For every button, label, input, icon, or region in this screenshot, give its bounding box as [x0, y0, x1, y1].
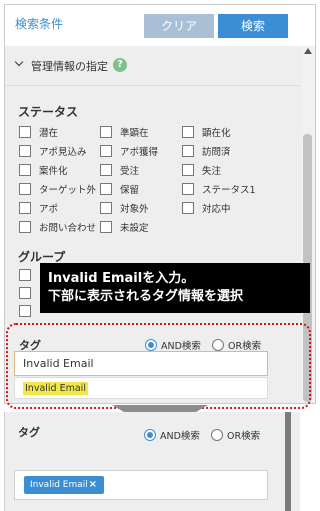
checkbox-group[interactable]: [19, 286, 39, 299]
checkbox-status[interactable]: 保留: [100, 182, 139, 196]
checkbox-box[interactable]: [19, 182, 31, 195]
checkbox-box[interactable]: [182, 201, 194, 214]
callout-line-2: 下部に表示されるタグ情報を選択: [48, 289, 244, 304]
checkbox-status[interactable]: ステータス1: [182, 182, 256, 196]
clear-button[interactable]: クリア: [144, 14, 214, 38]
checkbox-box[interactable]: [182, 144, 194, 157]
radio-icon[interactable]: [211, 429, 223, 441]
tag-chip-label: Invalid Email: [30, 480, 88, 490]
radio-and-search[interactable]: AND検索: [144, 428, 200, 442]
checkbox-box[interactable]: [182, 163, 194, 176]
checkbox-status[interactable]: 潜在: [19, 125, 58, 139]
scrollbar[interactable]: [285, 412, 291, 511]
checkbox-status[interactable]: 失注: [182, 163, 221, 177]
checkbox-status[interactable]: 対応中: [182, 201, 231, 215]
checkbox-box[interactable]: [19, 268, 31, 281]
section-title: 管理情報の指定: [31, 60, 108, 73]
tag-chip: Invalid Email ×: [24, 476, 104, 494]
panel-header: 検索条件 クリア 検索: [5, 5, 315, 45]
checkbox-box[interactable]: [182, 182, 194, 195]
callout-line-1: Invalid Emailを入力。: [48, 271, 195, 286]
tag-label: タグ: [18, 426, 40, 439]
checkbox-status[interactable]: アポ: [19, 201, 58, 215]
checkbox-box[interactable]: [19, 125, 31, 138]
radio-selected-icon[interactable]: [144, 429, 156, 441]
checkbox-status[interactable]: 対象外: [100, 201, 149, 215]
checkbox-group[interactable]: [19, 304, 39, 317]
checkbox-status[interactable]: 案件化: [19, 163, 68, 177]
radio-or-search[interactable]: OR検索: [211, 428, 260, 442]
panel-title: 検索条件: [15, 17, 64, 31]
checkbox-box[interactable]: [182, 125, 194, 138]
checkbox-status[interactable]: アポ獲得: [100, 144, 158, 158]
help-icon[interactable]: ?: [113, 58, 127, 72]
search-button[interactable]: 検索: [218, 14, 288, 38]
checkbox-box[interactable]: [100, 201, 112, 214]
instruction-callout: Invalid Emailを入力。 下部に表示されるタグ情報を選択: [40, 263, 310, 313]
checkbox-status[interactable]: ターゲット外: [19, 182, 96, 196]
chevron-down-icon: [14, 57, 24, 67]
checkbox-box[interactable]: [19, 163, 31, 176]
checkbox-box[interactable]: [100, 220, 112, 233]
checkbox-box[interactable]: [19, 286, 31, 299]
checkbox-status[interactable]: 訪問済: [182, 144, 231, 158]
checkbox-status[interactable]: 未設定: [100, 220, 149, 234]
checkbox-box[interactable]: [19, 144, 31, 157]
highlight-frame: [6, 323, 311, 409]
checkbox-box[interactable]: [19, 304, 31, 317]
checkbox-status[interactable]: 顕在化: [182, 125, 231, 139]
section-header-management[interactable]: 管理情報の指定 ?: [5, 46, 301, 86]
remove-icon[interactable]: ×: [89, 476, 97, 494]
checkbox-status[interactable]: お問い合わせ: [19, 220, 96, 234]
checkbox-box[interactable]: [19, 220, 31, 233]
status-label: ステータス: [18, 105, 79, 119]
checkbox-box[interactable]: [100, 144, 112, 157]
checkbox-status[interactable]: アポ見込み: [19, 144, 87, 158]
checkbox-box[interactable]: [100, 182, 112, 195]
checkbox-box[interactable]: [19, 201, 31, 214]
checkbox-status[interactable]: 受注: [100, 163, 139, 177]
checkbox-box[interactable]: [100, 125, 112, 138]
checkbox-group[interactable]: [19, 268, 39, 281]
checkbox-box[interactable]: [100, 163, 112, 176]
scroll-up-icon[interactable]: [304, 48, 312, 54]
checkbox-status[interactable]: 準顕在: [100, 125, 149, 139]
